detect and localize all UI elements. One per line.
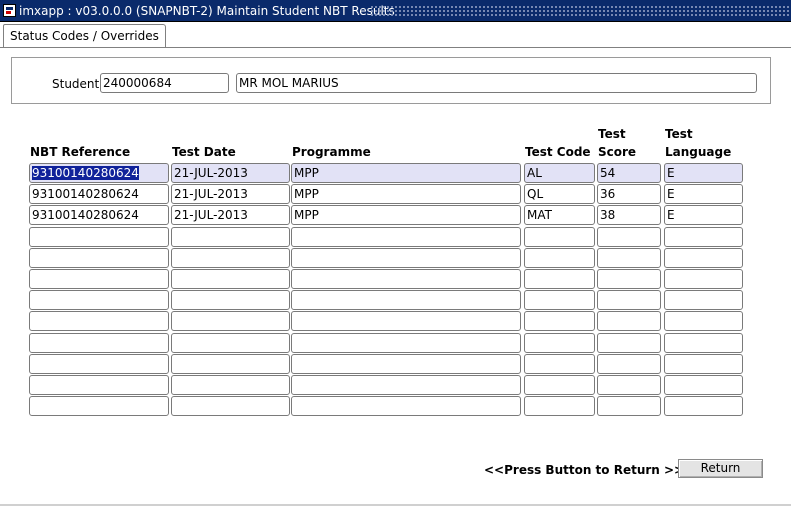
test-date-cell[interactable] (171, 375, 290, 395)
window-title-bar[interactable]: imxapp : v03.0.0.0 (SNAPNBT-2) Maintain … (0, 0, 791, 22)
student-name-field[interactable]: MR MOL MARIUS (236, 73, 757, 93)
test-language-cell[interactable] (664, 311, 743, 331)
header-programme: Programme (292, 145, 371, 159)
test-date-cell[interactable]: 21-JUL-2013 (171, 184, 290, 204)
test-score-cell[interactable] (597, 396, 661, 416)
test-score-cell[interactable]: 54 (597, 163, 661, 183)
app-icon[interactable] (3, 4, 16, 17)
test-code-cell[interactable] (524, 354, 595, 374)
header-test-score-line1: Test (598, 127, 626, 141)
test-language-cell[interactable] (664, 375, 743, 395)
programme-cell[interactable] (291, 396, 521, 416)
test-score-cell[interactable] (597, 375, 661, 395)
tab-status-codes-overrides[interactable]: Status Codes / Overrides (3, 24, 166, 47)
test-date-cell[interactable] (171, 354, 290, 374)
test-code-cell[interactable] (524, 290, 595, 310)
nbt-reference-cell[interactable] (29, 311, 169, 331)
test-score-cell[interactable]: 36 (597, 184, 661, 204)
nbt-reference-cell[interactable] (29, 396, 169, 416)
programme-cell[interactable] (291, 375, 521, 395)
test-date-cell[interactable] (171, 227, 290, 247)
test-score-cell[interactable] (597, 354, 661, 374)
test-language-cell[interactable] (664, 354, 743, 374)
nbt-reference-cell[interactable] (29, 227, 169, 247)
test-language-cell[interactable]: E (664, 163, 743, 183)
test-language-cell[interactable] (664, 290, 743, 310)
nbt-reference-cell[interactable]: 93100140280624 (29, 205, 169, 225)
test-date-cell[interactable] (171, 269, 290, 289)
test-score-cell[interactable] (597, 290, 661, 310)
nbt-reference-cell[interactable] (29, 248, 169, 268)
programme-cell[interactable] (291, 269, 521, 289)
test-score-cell[interactable] (597, 227, 661, 247)
programme-cell[interactable] (291, 290, 521, 310)
test-code-cell[interactable]: MAT (524, 205, 595, 225)
programme-cell[interactable]: MPP (291, 163, 521, 183)
test-code-cell[interactable] (524, 269, 595, 289)
test-code-cell[interactable]: AL (524, 163, 595, 183)
nbt-reference-cell[interactable] (29, 375, 169, 395)
header-test-language-line2: Language (665, 145, 732, 159)
header-nbt-reference: NBT Reference (30, 145, 131, 159)
test-language-cell[interactable]: E (664, 205, 743, 225)
header-test-code: Test Code (525, 145, 591, 159)
student-number-field[interactable]: 240000684 (100, 73, 229, 93)
programme-cell[interactable] (291, 333, 521, 353)
nbt-reference-cell[interactable] (29, 269, 169, 289)
header-test-date: Test Date (172, 145, 236, 159)
nbt-reference-cell[interactable] (29, 354, 169, 374)
test-date-cell[interactable]: 21-JUL-2013 (171, 205, 290, 225)
tab-divider-highlight (0, 48, 791, 49)
test-date-cell[interactable] (171, 396, 290, 416)
test-code-cell[interactable] (524, 375, 595, 395)
test-score-cell[interactable] (597, 311, 661, 331)
test-language-cell[interactable] (664, 396, 743, 416)
test-language-cell[interactable] (664, 248, 743, 268)
nbt-reference-cell[interactable] (29, 290, 169, 310)
window-title: imxapp : v03.0.0.0 (SNAPNBT-2) Maintain … (19, 4, 395, 18)
header-test-score-line2: Score (598, 145, 637, 159)
test-language-cell[interactable]: E (664, 184, 743, 204)
test-language-cell[interactable] (664, 269, 743, 289)
test-code-cell[interactable] (524, 396, 595, 416)
test-code-cell[interactable]: QL (524, 184, 595, 204)
test-code-cell[interactable] (524, 333, 595, 353)
test-code-cell[interactable] (524, 248, 595, 268)
nbt-reference-cell[interactable]: 93100140280624 (29, 163, 169, 183)
test-code-cell[interactable] (524, 227, 595, 247)
header-test-language-line1: Test (665, 127, 693, 141)
test-date-cell[interactable] (171, 248, 290, 268)
test-score-cell[interactable]: 38 (597, 205, 661, 225)
test-score-cell[interactable] (597, 269, 661, 289)
test-language-cell[interactable] (664, 333, 743, 353)
test-date-cell[interactable] (171, 311, 290, 331)
programme-cell[interactable]: MPP (291, 184, 521, 204)
student-label: Student (52, 77, 100, 91)
programme-cell[interactable] (291, 354, 521, 374)
test-date-cell[interactable] (171, 290, 290, 310)
test-code-cell[interactable] (524, 311, 595, 331)
test-date-cell[interactable] (171, 333, 290, 353)
return-hint: <<Press Button to Return >> (484, 463, 685, 477)
nbt-reference-cell[interactable] (29, 333, 169, 353)
nbt-reference-cell[interactable]: 93100140280624 (29, 184, 169, 204)
programme-cell[interactable] (291, 227, 521, 247)
test-date-cell[interactable]: 21-JUL-2013 (171, 163, 290, 183)
programme-cell[interactable]: MPP (291, 205, 521, 225)
tab-strip: Status Codes / Overrides (0, 22, 791, 48)
return-button[interactable]: Return (678, 459, 763, 478)
title-bar-pattern (370, 5, 789, 16)
selected-text: 93100140280624 (32, 166, 139, 180)
test-score-cell[interactable] (597, 333, 661, 353)
programme-cell[interactable] (291, 311, 521, 331)
test-score-cell[interactable] (597, 248, 661, 268)
test-language-cell[interactable] (664, 227, 743, 247)
programme-cell[interactable] (291, 248, 521, 268)
